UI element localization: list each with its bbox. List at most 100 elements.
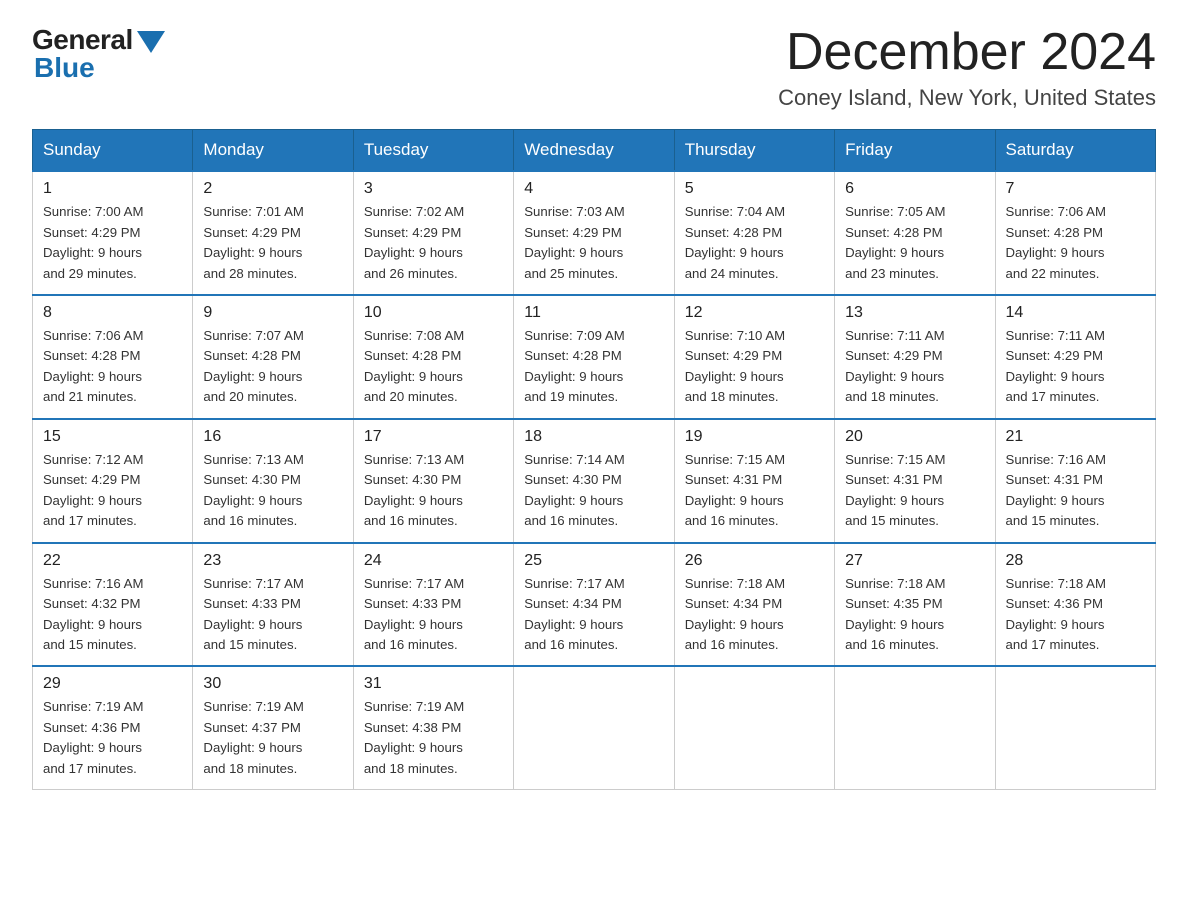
day-info: Sunrise: 7:17 AMSunset: 4:34 PMDaylight:… bbox=[524, 574, 663, 656]
day-info: Sunrise: 7:17 AMSunset: 4:33 PMDaylight:… bbox=[203, 574, 342, 656]
day-info: Sunrise: 7:17 AMSunset: 4:33 PMDaylight:… bbox=[364, 574, 503, 656]
day-info: Sunrise: 7:02 AMSunset: 4:29 PMDaylight:… bbox=[364, 202, 503, 284]
calendar-cell: 12 Sunrise: 7:10 AMSunset: 4:29 PMDaylig… bbox=[674, 295, 834, 419]
logo: General Blue bbox=[32, 24, 165, 84]
day-info: Sunrise: 7:19 AMSunset: 4:36 PMDaylight:… bbox=[43, 697, 182, 779]
day-info: Sunrise: 7:08 AMSunset: 4:28 PMDaylight:… bbox=[364, 326, 503, 408]
day-number: 21 bbox=[1006, 428, 1145, 446]
calendar-cell: 2 Sunrise: 7:01 AMSunset: 4:29 PMDayligh… bbox=[193, 171, 353, 295]
day-number: 19 bbox=[685, 428, 824, 446]
day-info: Sunrise: 7:18 AMSunset: 4:34 PMDaylight:… bbox=[685, 574, 824, 656]
day-number: 16 bbox=[203, 428, 342, 446]
day-number: 18 bbox=[524, 428, 663, 446]
calendar-cell: 8 Sunrise: 7:06 AMSunset: 4:28 PMDayligh… bbox=[33, 295, 193, 419]
weekday-header-saturday: Saturday bbox=[995, 130, 1155, 172]
calendar-cell: 21 Sunrise: 7:16 AMSunset: 4:31 PMDaylig… bbox=[995, 419, 1155, 543]
day-info: Sunrise: 7:04 AMSunset: 4:28 PMDaylight:… bbox=[685, 202, 824, 284]
day-number: 5 bbox=[685, 180, 824, 198]
day-number: 4 bbox=[524, 180, 663, 198]
calendar-cell: 14 Sunrise: 7:11 AMSunset: 4:29 PMDaylig… bbox=[995, 295, 1155, 419]
day-number: 6 bbox=[845, 180, 984, 198]
day-number: 23 bbox=[203, 552, 342, 570]
weekday-header-sunday: Sunday bbox=[33, 130, 193, 172]
calendar-cell: 4 Sunrise: 7:03 AMSunset: 4:29 PMDayligh… bbox=[514, 171, 674, 295]
calendar-cell: 3 Sunrise: 7:02 AMSunset: 4:29 PMDayligh… bbox=[353, 171, 513, 295]
calendar-cell: 31 Sunrise: 7:19 AMSunset: 4:38 PMDaylig… bbox=[353, 666, 513, 789]
day-info: Sunrise: 7:16 AMSunset: 4:32 PMDaylight:… bbox=[43, 574, 182, 656]
calendar-cell: 24 Sunrise: 7:17 AMSunset: 4:33 PMDaylig… bbox=[353, 543, 513, 667]
day-info: Sunrise: 7:14 AMSunset: 4:30 PMDaylight:… bbox=[524, 450, 663, 532]
calendar-cell: 28 Sunrise: 7:18 AMSunset: 4:36 PMDaylig… bbox=[995, 543, 1155, 667]
calendar-cell: 30 Sunrise: 7:19 AMSunset: 4:37 PMDaylig… bbox=[193, 666, 353, 789]
day-info: Sunrise: 7:07 AMSunset: 4:28 PMDaylight:… bbox=[203, 326, 342, 408]
day-number: 17 bbox=[364, 428, 503, 446]
calendar-cell: 26 Sunrise: 7:18 AMSunset: 4:34 PMDaylig… bbox=[674, 543, 834, 667]
day-info: Sunrise: 7:12 AMSunset: 4:29 PMDaylight:… bbox=[43, 450, 182, 532]
week-row-1: 1 Sunrise: 7:00 AMSunset: 4:29 PMDayligh… bbox=[33, 171, 1156, 295]
day-number: 25 bbox=[524, 552, 663, 570]
calendar-cell: 10 Sunrise: 7:08 AMSunset: 4:28 PMDaylig… bbox=[353, 295, 513, 419]
week-row-3: 15 Sunrise: 7:12 AMSunset: 4:29 PMDaylig… bbox=[33, 419, 1156, 543]
day-info: Sunrise: 7:09 AMSunset: 4:28 PMDaylight:… bbox=[524, 326, 663, 408]
day-number: 8 bbox=[43, 304, 182, 322]
weekday-header-monday: Monday bbox=[193, 130, 353, 172]
day-info: Sunrise: 7:01 AMSunset: 4:29 PMDaylight:… bbox=[203, 202, 342, 284]
calendar-cell: 25 Sunrise: 7:17 AMSunset: 4:34 PMDaylig… bbox=[514, 543, 674, 667]
calendar-cell: 29 Sunrise: 7:19 AMSunset: 4:36 PMDaylig… bbox=[33, 666, 193, 789]
day-info: Sunrise: 7:18 AMSunset: 4:36 PMDaylight:… bbox=[1006, 574, 1145, 656]
day-info: Sunrise: 7:06 AMSunset: 4:28 PMDaylight:… bbox=[43, 326, 182, 408]
day-number: 2 bbox=[203, 180, 342, 198]
day-number: 11 bbox=[524, 304, 663, 322]
day-number: 7 bbox=[1006, 180, 1145, 198]
day-number: 29 bbox=[43, 675, 182, 693]
month-title: December 2024 bbox=[778, 24, 1156, 81]
day-number: 10 bbox=[364, 304, 503, 322]
calendar-cell: 11 Sunrise: 7:09 AMSunset: 4:28 PMDaylig… bbox=[514, 295, 674, 419]
weekday-header-thursday: Thursday bbox=[674, 130, 834, 172]
day-number: 3 bbox=[364, 180, 503, 198]
day-number: 12 bbox=[685, 304, 824, 322]
day-number: 26 bbox=[685, 552, 824, 570]
calendar-cell: 17 Sunrise: 7:13 AMSunset: 4:30 PMDaylig… bbox=[353, 419, 513, 543]
day-info: Sunrise: 7:05 AMSunset: 4:28 PMDaylight:… bbox=[845, 202, 984, 284]
calendar-cell bbox=[674, 666, 834, 789]
calendar-cell: 9 Sunrise: 7:07 AMSunset: 4:28 PMDayligh… bbox=[193, 295, 353, 419]
calendar-cell: 13 Sunrise: 7:11 AMSunset: 4:29 PMDaylig… bbox=[835, 295, 995, 419]
day-info: Sunrise: 7:13 AMSunset: 4:30 PMDaylight:… bbox=[364, 450, 503, 532]
day-number: 31 bbox=[364, 675, 503, 693]
day-info: Sunrise: 7:13 AMSunset: 4:30 PMDaylight:… bbox=[203, 450, 342, 532]
day-info: Sunrise: 7:03 AMSunset: 4:29 PMDaylight:… bbox=[524, 202, 663, 284]
week-row-2: 8 Sunrise: 7:06 AMSunset: 4:28 PMDayligh… bbox=[33, 295, 1156, 419]
calendar-cell bbox=[514, 666, 674, 789]
calendar-cell: 6 Sunrise: 7:05 AMSunset: 4:28 PMDayligh… bbox=[835, 171, 995, 295]
title-area: December 2024 Coney Island, New York, Un… bbox=[778, 24, 1156, 111]
day-info: Sunrise: 7:18 AMSunset: 4:35 PMDaylight:… bbox=[845, 574, 984, 656]
calendar-cell: 5 Sunrise: 7:04 AMSunset: 4:28 PMDayligh… bbox=[674, 171, 834, 295]
week-row-5: 29 Sunrise: 7:19 AMSunset: 4:36 PMDaylig… bbox=[33, 666, 1156, 789]
calendar-cell: 23 Sunrise: 7:17 AMSunset: 4:33 PMDaylig… bbox=[193, 543, 353, 667]
calendar-cell bbox=[995, 666, 1155, 789]
weekday-header-row: SundayMondayTuesdayWednesdayThursdayFrid… bbox=[33, 130, 1156, 172]
week-row-4: 22 Sunrise: 7:16 AMSunset: 4:32 PMDaylig… bbox=[33, 543, 1156, 667]
calendar-cell: 18 Sunrise: 7:14 AMSunset: 4:30 PMDaylig… bbox=[514, 419, 674, 543]
calendar-table: SundayMondayTuesdayWednesdayThursdayFrid… bbox=[32, 129, 1156, 790]
day-number: 27 bbox=[845, 552, 984, 570]
calendar-cell: 22 Sunrise: 7:16 AMSunset: 4:32 PMDaylig… bbox=[33, 543, 193, 667]
day-number: 24 bbox=[364, 552, 503, 570]
weekday-header-tuesday: Tuesday bbox=[353, 130, 513, 172]
day-number: 28 bbox=[1006, 552, 1145, 570]
day-info: Sunrise: 7:19 AMSunset: 4:37 PMDaylight:… bbox=[203, 697, 342, 779]
calendar-cell: 1 Sunrise: 7:00 AMSunset: 4:29 PMDayligh… bbox=[33, 171, 193, 295]
day-info: Sunrise: 7:15 AMSunset: 4:31 PMDaylight:… bbox=[685, 450, 824, 532]
location-title: Coney Island, New York, United States bbox=[778, 85, 1156, 111]
day-info: Sunrise: 7:11 AMSunset: 4:29 PMDaylight:… bbox=[845, 326, 984, 408]
calendar-cell bbox=[835, 666, 995, 789]
calendar-cell: 19 Sunrise: 7:15 AMSunset: 4:31 PMDaylig… bbox=[674, 419, 834, 543]
day-number: 9 bbox=[203, 304, 342, 322]
day-info: Sunrise: 7:15 AMSunset: 4:31 PMDaylight:… bbox=[845, 450, 984, 532]
day-info: Sunrise: 7:11 AMSunset: 4:29 PMDaylight:… bbox=[1006, 326, 1145, 408]
day-info: Sunrise: 7:19 AMSunset: 4:38 PMDaylight:… bbox=[364, 697, 503, 779]
day-number: 22 bbox=[43, 552, 182, 570]
calendar-cell: 15 Sunrise: 7:12 AMSunset: 4:29 PMDaylig… bbox=[33, 419, 193, 543]
logo-triangle-icon bbox=[137, 31, 165, 53]
